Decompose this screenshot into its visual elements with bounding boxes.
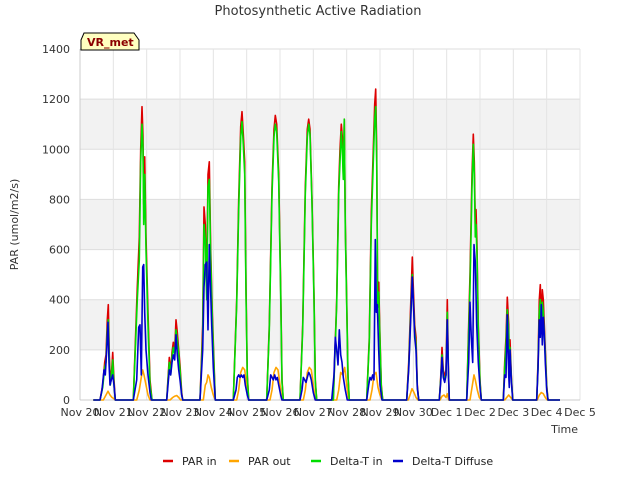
legend-label: Delta-T Diffuse — [412, 455, 493, 468]
badge-text: VR_met — [87, 36, 134, 49]
y-tick-label: 1200 — [42, 93, 70, 106]
station-badge: VR_met — [80, 32, 140, 51]
x-tick-label: Dec 1 — [431, 406, 463, 419]
plot-band — [80, 99, 580, 150]
y-tick-label: 1000 — [42, 143, 70, 156]
y-tick-label: 200 — [49, 344, 70, 357]
chart-title: Photosynthetic Active Radiation — [215, 4, 422, 19]
legend: PAR in PAR out Delta-T in Delta-T Diffuse — [163, 455, 493, 468]
x-tick-label: Dec 5 — [564, 406, 596, 419]
x-tick-label: Nov 30 — [394, 406, 433, 419]
legend-label: PAR out — [248, 455, 291, 468]
chart: Photosynthetic Active Radiation 02004006… — [8, 4, 596, 468]
x-tick-label: Dec 3 — [497, 406, 529, 419]
plot-band — [80, 199, 580, 250]
x-tick-label: Dec 4 — [531, 406, 563, 419]
x-tick-labels: Nov 20Nov 21Nov 22Nov 23Nov 24Nov 25Nov … — [61, 406, 596, 419]
legend-label: Delta-T in — [330, 455, 383, 468]
y-tick-label: 600 — [49, 244, 70, 257]
y-tick-label: 800 — [49, 193, 70, 206]
legend-label: PAR in — [182, 455, 217, 468]
y-tick-label: 400 — [49, 294, 70, 307]
x-tick-label: Dec 2 — [464, 406, 496, 419]
y-tick-label: 1400 — [42, 43, 70, 56]
x-axis-title: Time — [550, 423, 578, 436]
y-axis-title: PAR (umol/m2/s) — [8, 179, 21, 271]
y-tick-labels: 0200400600800100012001400 — [42, 43, 70, 407]
